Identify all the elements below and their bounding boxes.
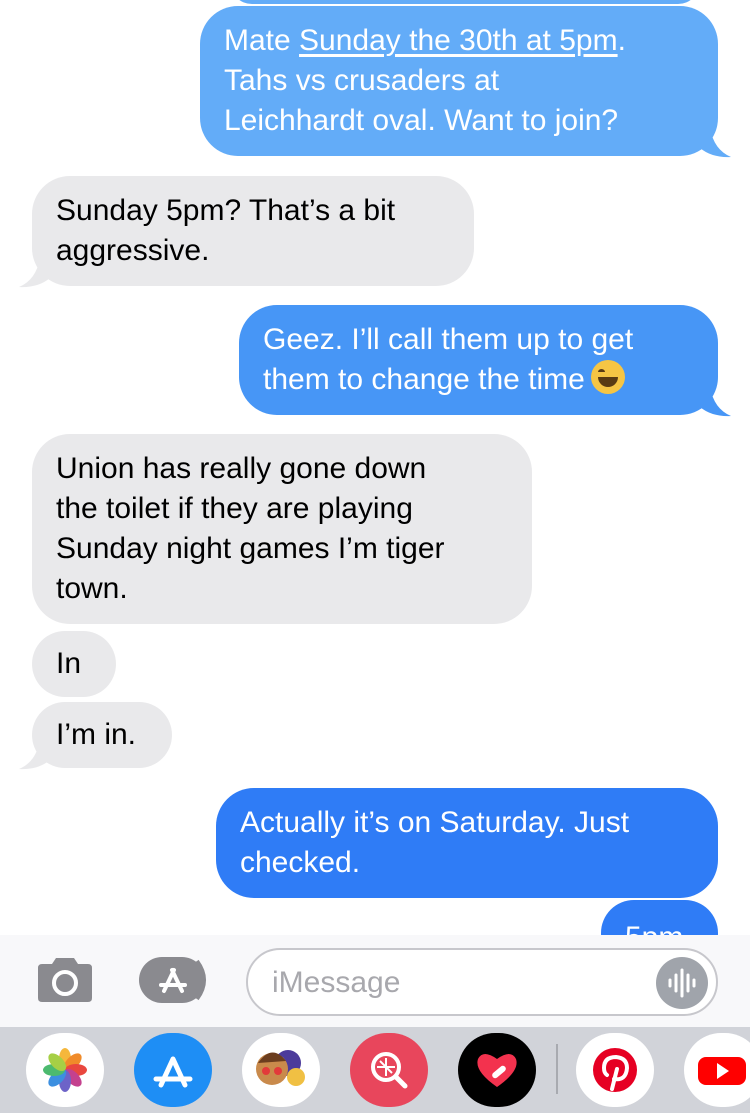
waveform-icon (668, 968, 696, 998)
memoji-stickers-icon (256, 1050, 305, 1086)
camera-icon (38, 958, 92, 1002)
message-text: . (617, 24, 626, 57)
message-text: 5pm (625, 918, 683, 935)
apps-button[interactable] (137, 957, 215, 1003)
incoming-message[interactable]: Union has really gone down the toilet if… (32, 434, 532, 624)
outgoing-message[interactable]: Geez. I’ll call them up to get them to c… (239, 305, 718, 415)
app-store-button[interactable] (134, 1033, 212, 1107)
bubble-tail (700, 128, 731, 158)
app-store-icon (139, 957, 206, 1003)
message-text: town. (56, 572, 128, 605)
incoming-message[interactable]: I’m in. (32, 702, 172, 768)
photos-app-button[interactable] (26, 1033, 104, 1107)
message-text: checked. (240, 846, 361, 879)
outgoing-message[interactable]: Mate Sunday the 30th at 5pm. Tahs vs cru… (200, 6, 718, 156)
message-text: aggressive. (56, 234, 210, 267)
cropped-bubble-edge (230, 0, 700, 4)
message-input[interactable] (272, 962, 642, 1004)
bubble-tail (19, 740, 50, 770)
outgoing-message[interactable]: Actually it’s on Saturday. Just checked. (216, 788, 718, 898)
outgoing-message[interactable]: 5pm (601, 900, 718, 935)
message-text: Leichhardt oval. Want to join? (224, 104, 619, 137)
message-text: In (56, 647, 82, 680)
message-text: Union has really gone down (56, 452, 427, 485)
bubble-tail (19, 258, 50, 288)
message-text: Actually it’s on Saturday. Just (240, 806, 630, 839)
audio-message-button[interactable] (656, 957, 708, 1009)
heart-app-button[interactable] (458, 1033, 536, 1107)
message-text: the toilet if they are playing (56, 492, 413, 525)
bubble-tail (700, 387, 731, 417)
youtube-button[interactable] (684, 1033, 750, 1107)
camera-button[interactable] (34, 954, 96, 1004)
message-text: Sunday 5pm? That’s a bit (56, 194, 396, 227)
message-thread[interactable]: Mate Sunday the 30th at 5pm. Tahs vs cru… (0, 0, 750, 935)
message-text: Geez. I’ll call them up to get (263, 323, 634, 356)
youtube-icon (698, 1057, 746, 1085)
tears-of-joy-emoji (590, 360, 625, 394)
date-link[interactable]: Sunday the 30th at 5pm (299, 24, 618, 57)
app-store-icon (153, 1056, 193, 1088)
message-text: Tahs vs crusaders at (224, 64, 500, 97)
message-text: I’m in. (56, 718, 137, 751)
message-input-field[interactable] (246, 948, 718, 1016)
message-text: Sunday night games I’m tiger (56, 532, 445, 565)
search-images-button[interactable] (350, 1033, 428, 1107)
incoming-message[interactable]: Sunday 5pm? That’s a bit aggressive. (32, 176, 474, 286)
message-text: Mate (224, 24, 300, 57)
pinterest-button[interactable] (576, 1033, 654, 1107)
drawer-divider (556, 1044, 558, 1094)
pinterest-icon (593, 1048, 637, 1092)
search-images-icon (371, 1052, 408, 1089)
memoji-stickers-button[interactable] (242, 1033, 320, 1107)
heart-app-icon (477, 1054, 517, 1087)
photos-app-icon (43, 1048, 87, 1092)
message-text: them to change the time (263, 363, 585, 396)
incoming-message[interactable]: In (32, 631, 116, 697)
